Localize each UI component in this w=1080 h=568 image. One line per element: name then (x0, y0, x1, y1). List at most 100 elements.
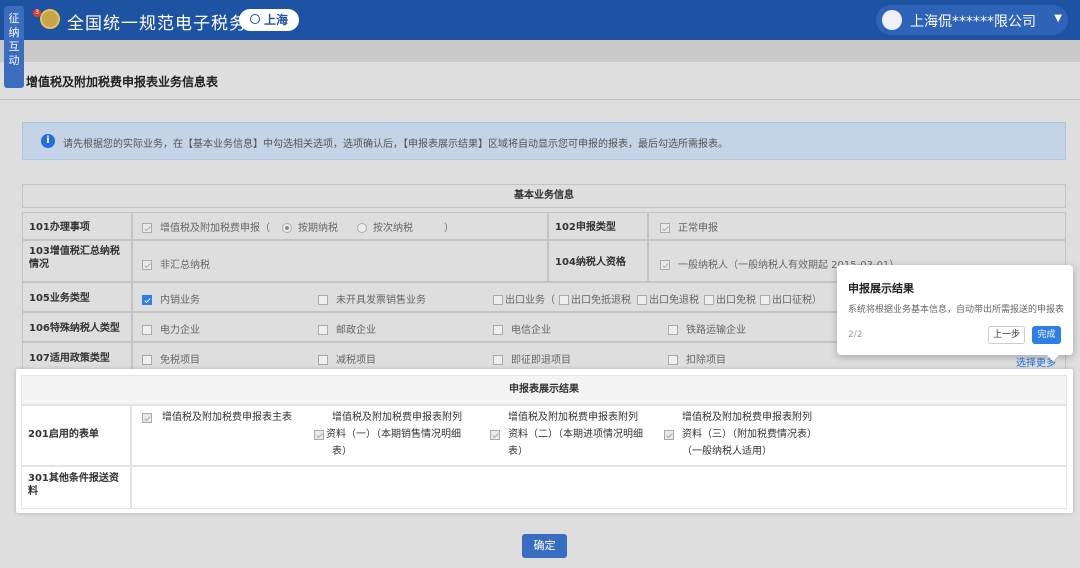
option-label: 出口征税） (772, 295, 822, 306)
option-telecom[interactable]: 电信企业 (493, 321, 551, 336)
prev-step-button[interactable]: 上一步 (988, 326, 1025, 344)
checkbox[interactable] (637, 295, 647, 305)
popover-title: 申报展示结果 (848, 282, 914, 295)
option-power[interactable]: 电力企业 (142, 321, 200, 336)
finish-button[interactable]: 完成 (1032, 326, 1061, 344)
option-non-summary[interactable]: 非汇总纳税 (142, 256, 210, 271)
option-label: 即征即退项目 (511, 355, 571, 366)
option-export-exempt[interactable]: 出口免税 (704, 291, 756, 306)
form-label-line: 增值税及附加税费申报表附列 (682, 412, 812, 423)
radio-by-times[interactable]: 按次纳税 (357, 219, 413, 234)
option-label: 出口免抵退税 (571, 295, 631, 306)
side-interaction-tab[interactable]: 征 纳 互 动 (4, 6, 24, 88)
checkbox[interactable] (660, 223, 670, 233)
option-deduction[interactable]: 扣除项目 (668, 351, 726, 366)
region-label: 上海 (263, 13, 288, 27)
guide-popover: 申报展示结果 系统将根据业务基本信息，自动带出所需报送的申报表 2/2 上一步 … (837, 265, 1073, 361)
row-102-label: 102申报类型 (548, 212, 648, 240)
option-label: 非汇总纳税 (160, 260, 210, 271)
checkbox[interactable] (668, 325, 678, 335)
row-106-label: 106特殊纳税人类型 (22, 312, 132, 342)
option-label: 减税项目 (336, 355, 376, 366)
option-normal-declare[interactable]: 正常申报 (660, 219, 718, 234)
option-domestic[interactable]: 内销业务 (142, 291, 200, 306)
option-label: 未开具发票销售业务 (336, 295, 426, 306)
checkbox[interactable] (142, 223, 152, 233)
checkbox[interactable] (704, 295, 714, 305)
option-postal[interactable]: 邮政企业 (318, 321, 376, 336)
option-export-levy[interactable]: 出口征税） (760, 291, 822, 306)
checkbox[interactable] (314, 430, 324, 440)
option-label: 电信企业 (511, 325, 551, 336)
checkbox[interactable] (490, 430, 500, 440)
form-label-line: 表） (332, 446, 352, 457)
checkbox[interactable] (142, 260, 152, 270)
info-icon: i (41, 134, 55, 148)
form-attachment-3[interactable]: 增值税及附加税费申报表附列 资料（三）（附加税费情况表） （一般纳税人适用） (664, 409, 817, 460)
option-label: 内销业务 (160, 295, 200, 306)
checkbox[interactable] (142, 355, 152, 365)
checkbox[interactable] (142, 295, 152, 305)
option-export[interactable]: 出口业务（ (493, 291, 555, 306)
option-label: 出口免退税 (649, 295, 699, 306)
basic-info-heading: 基本业务信息 (22, 184, 1066, 208)
option-no-invoice[interactable]: 未开具发票销售业务 (318, 291, 426, 306)
option-tax-free[interactable]: 免税项目 (142, 351, 200, 366)
region-switch[interactable]: 上海 (239, 9, 299, 31)
option-export-exempt-refund[interactable]: 出口免抵退税 (559, 291, 631, 306)
checkbox[interactable] (668, 355, 678, 365)
checkbox[interactable] (493, 325, 503, 335)
row-105-label: 105业务类型 (22, 282, 132, 312)
location-pin-icon (249, 14, 260, 24)
confirm-button[interactable]: 确定 (522, 534, 567, 558)
form-attachment-1[interactable]: 增值税及附加税费申报表附列 资料（一）（本期销售情况明细 表） (314, 409, 462, 460)
row-104-label: 104纳税人资格 (548, 240, 648, 282)
user-name: 上海侃******限公司 (910, 14, 1036, 30)
paren-close: ） (444, 223, 454, 234)
form-label-line: 增值税及附加税费申报表附列 (508, 412, 638, 423)
option-label: 铁路运输企业 (686, 325, 746, 336)
bureau-name: 全国统一规范电子税务局 (67, 14, 265, 34)
checkbox[interactable] (493, 295, 503, 305)
avatar (882, 10, 902, 30)
row-301-value (131, 466, 1067, 509)
option-label: 免税项目 (160, 355, 200, 366)
option-export-refund[interactable]: 出口免退税 (637, 291, 699, 306)
checkbox[interactable] (318, 325, 328, 335)
option-label: 按期纳税 (298, 223, 338, 234)
form-main[interactable]: 增值税及附加税费申报表主表 (142, 409, 292, 426)
checkbox[interactable] (660, 260, 670, 270)
checkbox[interactable] (559, 295, 569, 305)
radio[interactable] (357, 223, 367, 233)
radio-by-period[interactable]: 按期纳税 (282, 219, 338, 234)
user-menu[interactable]: 上海侃******限公司 ▼ (876, 5, 1068, 35)
checkbox[interactable] (318, 295, 328, 305)
chevron-down-icon: ▼ (1054, 13, 1062, 24)
option-tax-reduction[interactable]: 减税项目 (318, 351, 376, 366)
form-label-line: 增值税及附加税费申报表主表 (162, 412, 292, 423)
form-attachment-2[interactable]: 增值税及附加税费申报表附列 资料（二）（本期进项情况明细 表） (490, 409, 643, 460)
option-vat-declare[interactable]: 增值税及附加税费申报（ (142, 219, 270, 234)
checkbox[interactable] (664, 430, 674, 440)
radio[interactable] (282, 223, 292, 233)
option-label: 邮政企业 (336, 325, 376, 336)
result-heading: 申报表展示结果 (21, 375, 1067, 405)
checkbox[interactable] (142, 325, 152, 335)
breadcrumb (0, 40, 1080, 62)
checkbox[interactable] (142, 413, 152, 423)
info-banner: i 请先根据您的实际业务，在【基本业务信息】中勾选相关选项，选项确认后，【申报表… (22, 122, 1066, 160)
option-railway[interactable]: 铁路运输企业 (668, 321, 746, 336)
tax-emblem-icon (40, 9, 60, 29)
checkbox[interactable] (493, 355, 503, 365)
form-label-line: 资料（一）（本期销售情况明细 (326, 429, 461, 440)
option-label: 正常申报 (678, 223, 718, 234)
side-tab-char: 互 (8, 40, 20, 53)
option-label: 按次纳税 (373, 223, 413, 234)
title-divider (0, 99, 1080, 100)
info-text: 请先根据您的实际业务，在【基本业务信息】中勾选相关选项，选项确认后，【申报表展示… (63, 139, 728, 150)
option-levy-refund[interactable]: 即征即退项目 (493, 351, 571, 366)
form-label-line: 资料（三）（附加税费情况表） (682, 429, 817, 440)
checkbox[interactable] (760, 295, 770, 305)
form-label-line: （一般纳税人适用） (682, 446, 772, 457)
checkbox[interactable] (318, 355, 328, 365)
